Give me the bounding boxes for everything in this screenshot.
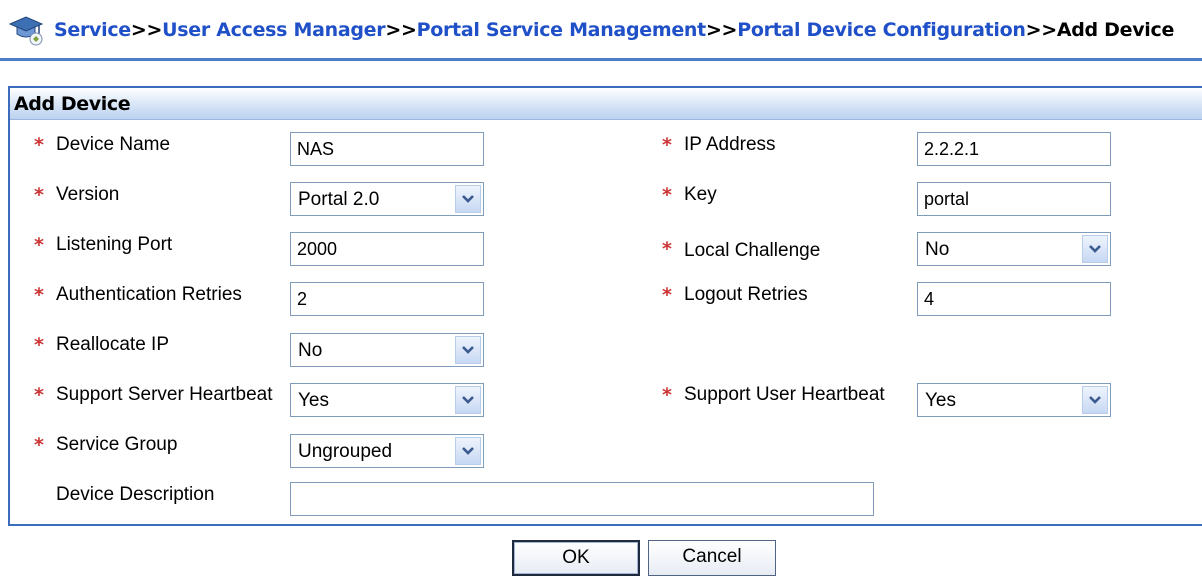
device-name-label: Device Name	[56, 134, 171, 155]
service-hat-icon	[8, 14, 46, 46]
required-marker: *	[34, 384, 44, 406]
breadcrumb-separator: >>	[130, 19, 163, 41]
support-server-heartbeat-value: Yes	[298, 390, 329, 411]
breadcrumb-current: Add Device	[1056, 19, 1175, 41]
panel-title: Add Device	[10, 88, 1202, 120]
required-marker: *	[662, 238, 672, 260]
chevron-down-icon[interactable]	[455, 437, 481, 465]
key-label: Key	[684, 184, 717, 205]
service-group-select[interactable]: Ungrouped	[290, 434, 484, 468]
required-marker: *	[662, 384, 672, 406]
breadcrumb-link-service[interactable]: Service	[54, 19, 131, 41]
required-marker: *	[34, 284, 44, 306]
service-group-label: Service Group	[56, 434, 178, 455]
authentication-retries-input[interactable]: 2	[290, 282, 484, 316]
breadcrumb-separator: >>	[1025, 19, 1058, 41]
required-marker: *	[34, 234, 44, 256]
breadcrumb-separator: >>	[385, 19, 417, 41]
version-select[interactable]: Portal 2.0	[290, 182, 484, 216]
chevron-down-icon[interactable]	[455, 336, 481, 364]
support-server-heartbeat-label: Support Server Heartbeat	[56, 384, 273, 405]
chevron-down-icon[interactable]	[1082, 235, 1108, 263]
breadcrumb: Service >> User Access Manager >> Portal…	[8, 14, 1174, 46]
device-name-input[interactable]: NAS	[290, 132, 484, 166]
logout-retries-input[interactable]: 4	[917, 282, 1111, 316]
support-server-heartbeat-select[interactable]: Yes	[290, 383, 484, 417]
support-user-heartbeat-label: Support User Heartbeat	[684, 384, 885, 405]
required-marker: *	[34, 184, 44, 206]
logout-retries-label: Logout Retries	[684, 284, 808, 305]
support-user-heartbeat-value: Yes	[925, 390, 956, 411]
device-description-input[interactable]	[290, 482, 874, 516]
service-group-value: Ungrouped	[298, 441, 393, 462]
version-value: Portal 2.0	[298, 189, 380, 210]
required-marker: *	[34, 334, 44, 356]
chevron-down-icon[interactable]	[455, 185, 481, 213]
support-user-heartbeat-select[interactable]: Yes	[917, 383, 1111, 417]
local-challenge-label: Local Challenge	[684, 240, 821, 261]
ok-button[interactable]: OK	[512, 540, 640, 576]
reallocate-ip-label: Reallocate IP	[56, 334, 170, 355]
breadcrumb-separator: >>	[705, 19, 738, 41]
add-device-panel: Add Device * Device Name NAS * IP Addres…	[8, 86, 1202, 526]
breadcrumb-link-user-access-manager[interactable]: User Access Manager	[162, 19, 386, 41]
header-divider	[0, 58, 1202, 61]
device-description-label: Device Description	[56, 484, 215, 505]
listening-port-input[interactable]: 2000	[290, 232, 484, 266]
breadcrumb-link-portal-service-management[interactable]: Portal Service Management	[417, 19, 707, 41]
local-challenge-select[interactable]: No	[917, 232, 1111, 266]
reallocate-ip-value: No	[298, 340, 323, 361]
ip-address-input[interactable]: 2.2.2.1	[917, 132, 1111, 166]
local-challenge-value: No	[925, 239, 950, 260]
chevron-down-icon[interactable]	[455, 386, 481, 414]
version-label: Version	[56, 184, 120, 205]
key-input[interactable]: portal	[917, 182, 1111, 216]
authentication-retries-label: Authentication Retries	[56, 284, 242, 305]
chevron-down-icon[interactable]	[1082, 386, 1108, 414]
reallocate-ip-select[interactable]: No	[290, 333, 484, 367]
required-marker: *	[662, 184, 672, 206]
listening-port-label: Listening Port	[56, 234, 173, 255]
required-marker: *	[662, 134, 672, 156]
ip-address-label: IP Address	[684, 134, 776, 155]
required-marker: *	[662, 284, 672, 306]
breadcrumb-link-portal-device-configuration[interactable]: Portal Device Configuration	[737, 19, 1026, 41]
required-marker: *	[34, 134, 44, 156]
required-marker: *	[34, 434, 44, 456]
cancel-button[interactable]: Cancel	[648, 540, 776, 576]
